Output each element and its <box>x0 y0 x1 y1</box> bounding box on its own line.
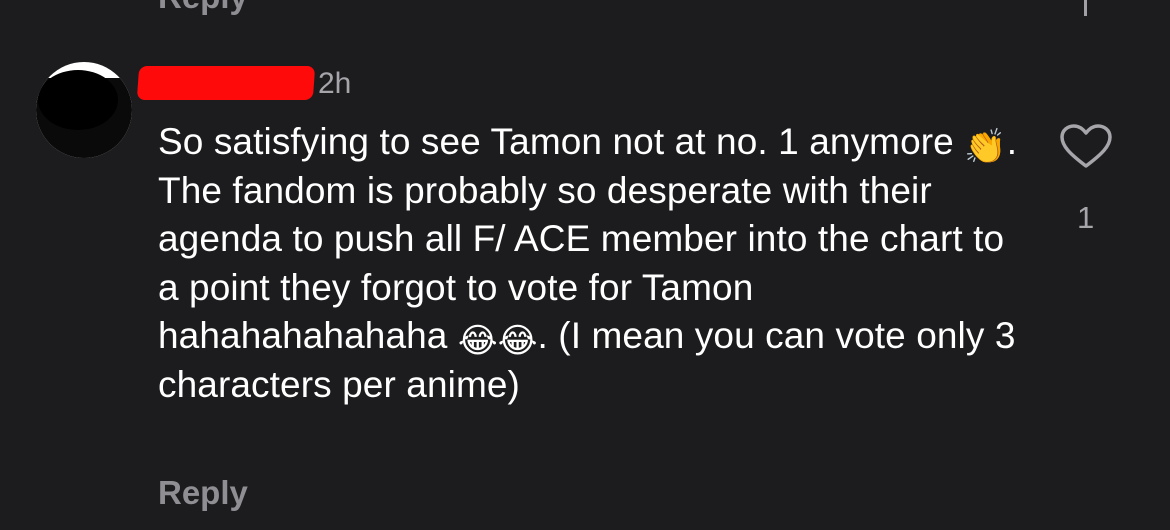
comment-text: So satisfying to see Tamon not at no. 1 … <box>158 118 1018 409</box>
clapping-hands-emoji: 👏 <box>964 128 1007 166</box>
reply-button[interactable]: Reply <box>158 474 248 512</box>
author-name-redacted <box>136 66 316 100</box>
heart-outline-icon <box>1060 124 1112 168</box>
comment-text-part1: So satisfying to see Tamon not at no. 1 … <box>158 121 965 162</box>
like-button[interactable] <box>1060 124 1112 170</box>
laughing-emoji: 😂😂 <box>457 322 538 360</box>
comment-timestamp: 2h <box>318 67 352 100</box>
like-count: 1 <box>1077 200 1095 235</box>
avatar[interactable] <box>36 62 132 158</box>
previous-comment-reply-button[interactable]: Reply <box>158 0 248 16</box>
previous-comment-like-count <box>1080 0 1090 16</box>
